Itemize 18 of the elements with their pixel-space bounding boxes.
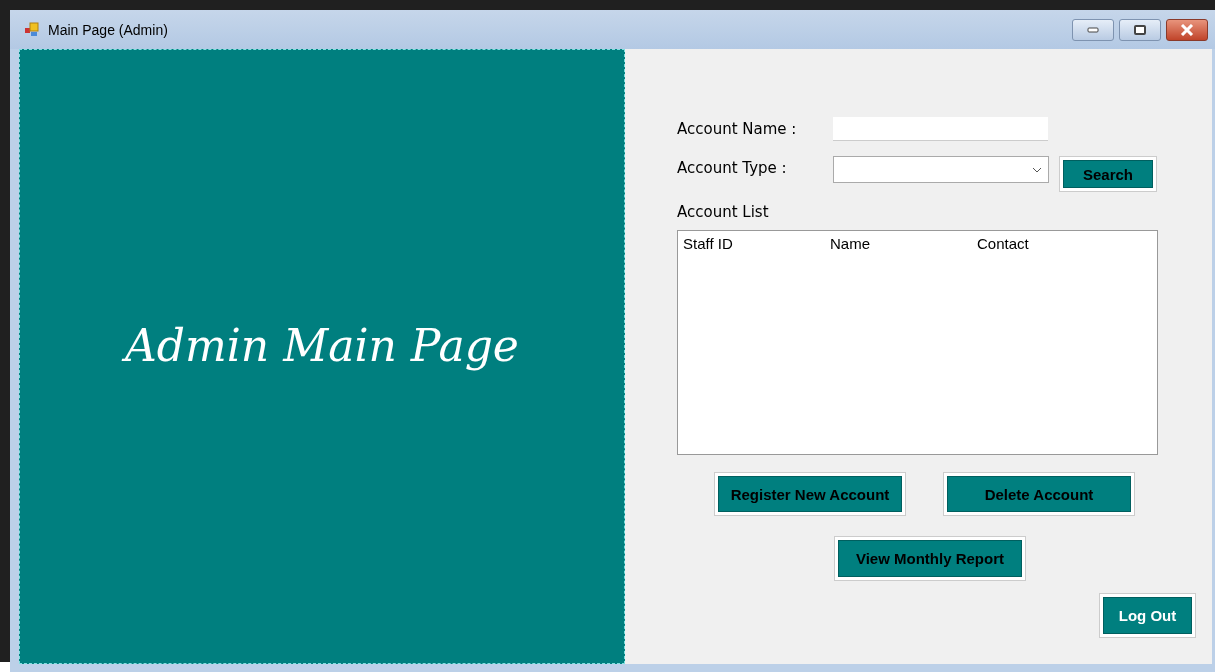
minimize-icon <box>1087 26 1099 33</box>
dropdown-field[interactable] <box>833 156 1049 183</box>
column-header[interactable]: Name <box>830 235 977 252</box>
close-button[interactable] <box>1166 18 1208 41</box>
window-title: Main Page (Admin) <box>48 21 168 38</box>
maximize-button[interactable] <box>1119 18 1161 41</box>
column-header[interactable]: Staff ID <box>683 235 830 252</box>
minimize-button[interactable] <box>1072 18 1114 41</box>
field-label: Account Name : <box>677 120 798 138</box>
field-label: Account Type : <box>677 159 788 177</box>
list-label: Account List <box>677 203 770 221</box>
column-header[interactable]: Contact <box>977 235 1029 252</box>
chevron-down-icon <box>1032 166 1042 173</box>
app-icon <box>24 21 40 38</box>
text-field[interactable] <box>833 117 1048 141</box>
maximize-icon <box>1134 24 1146 35</box>
close-icon <box>1180 23 1194 36</box>
account-list[interactable]: Staff ID Name Contact <box>677 230 1158 455</box>
